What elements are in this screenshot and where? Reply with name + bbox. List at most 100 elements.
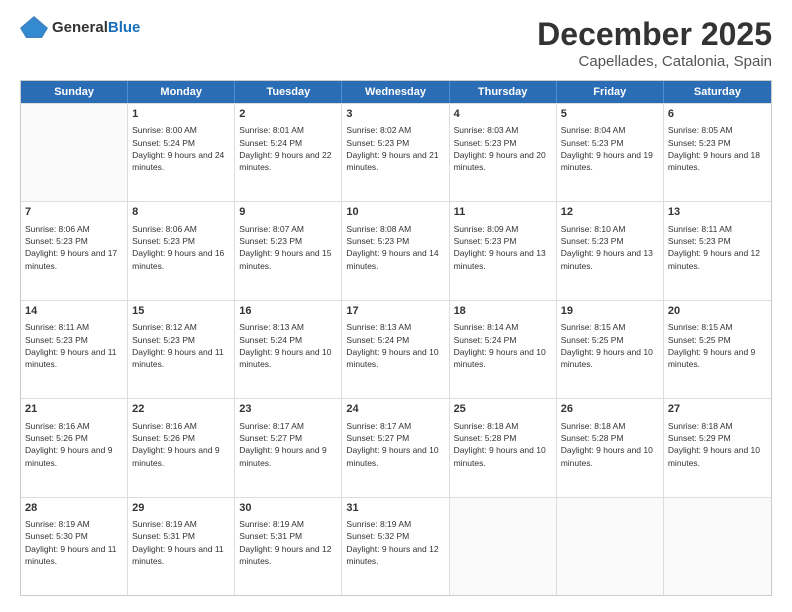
logo-general: General bbox=[52, 19, 108, 36]
day-number: 11 bbox=[454, 205, 552, 220]
day-number: 2 bbox=[239, 107, 337, 122]
day-number: 27 bbox=[668, 402, 767, 417]
cell-info: Sunrise: 8:01 AMSunset: 5:24 PMDaylight:… bbox=[239, 124, 337, 173]
cell-info: Sunrise: 8:14 AMSunset: 5:24 PMDaylight:… bbox=[454, 321, 552, 370]
calendar-cell: 31 Sunrise: 8:19 AMSunset: 5:32 PMDayligh… bbox=[342, 498, 449, 595]
day-number: 5 bbox=[561, 107, 659, 122]
cell-info: Sunrise: 8:00 AMSunset: 5:24 PMDaylight:… bbox=[132, 124, 230, 173]
cell-info: Sunrise: 8:06 AMSunset: 5:23 PMDaylight:… bbox=[132, 223, 230, 272]
calendar-cell: 13Sunrise: 8:11 AMSunset: 5:23 PMDayligh… bbox=[664, 202, 771, 299]
calendar-cell: 22Sunrise: 8:16 AMSunset: 5:26 PMDayligh… bbox=[128, 399, 235, 496]
cell-info: Sunrise: 8:18 AMSunset: 5:28 PMDaylight:… bbox=[454, 420, 552, 469]
day-number: 23 bbox=[239, 402, 337, 417]
day-number: 26 bbox=[561, 402, 659, 417]
calendar-cell: 6Sunrise: 8:05 AMSunset: 5:23 PMDaylight… bbox=[664, 104, 771, 201]
logo: General Blue bbox=[20, 16, 140, 38]
calendar-cell: 1 Sunrise: 8:00 AMSunset: 5:24 PMDaylight… bbox=[128, 104, 235, 201]
calendar-row-4: 28Sunrise: 8:19 AMSunset: 5:30 PMDayligh… bbox=[21, 497, 771, 595]
cell-info: Sunrise: 8:04 AMSunset: 5:23 PMDaylight:… bbox=[561, 124, 659, 173]
day-number: 22 bbox=[132, 402, 230, 417]
calendar-row-3: 21 Sunrise: 8:16 AMSunset: 5:26 PMDayligh… bbox=[21, 398, 771, 496]
cell-info: Sunrise: 8:10 AMSunset: 5:23 PMDaylight:… bbox=[561, 223, 659, 272]
cell-info: Sunrise: 8:15 AMSunset: 5:25 PMDaylight:… bbox=[668, 321, 767, 370]
title-block: December 2025 Capellades, Catalonia, Spa… bbox=[537, 16, 772, 70]
day-number: 13 bbox=[668, 205, 767, 220]
header-day-saturday: Saturday bbox=[664, 81, 771, 103]
calendar-cell: 24 Sunrise: 8:17 AMSunset: 5:27 PMDayligh… bbox=[342, 399, 449, 496]
day-number: 17 bbox=[346, 304, 444, 319]
day-number: 9 bbox=[239, 205, 337, 220]
logo-text: General Blue bbox=[52, 19, 140, 36]
cell-info: Sunrise: 8:18 AMSunset: 5:28 PMDaylight:… bbox=[561, 420, 659, 469]
day-number: 30 bbox=[239, 501, 337, 516]
calendar-cell bbox=[664, 498, 771, 595]
logo-icon bbox=[20, 16, 48, 38]
header-day-sunday: Sunday bbox=[21, 81, 128, 103]
logo-blue: Blue bbox=[108, 19, 141, 36]
cell-info: Sunrise: 8:17 AMSunset: 5:27 PMDaylight:… bbox=[346, 420, 444, 469]
location-title: Capellades, Catalonia, Spain bbox=[537, 53, 772, 70]
day-number: 10 bbox=[346, 205, 444, 220]
calendar-cell: 19 Sunrise: 8:15 AMSunset: 5:25 PMDayligh… bbox=[557, 301, 664, 398]
calendar-cell bbox=[450, 498, 557, 595]
calendar-cell: 15 Sunrise: 8:12 AMSunset: 5:23 PMDayligh… bbox=[128, 301, 235, 398]
day-number: 14 bbox=[25, 304, 123, 319]
header-day-tuesday: Tuesday bbox=[235, 81, 342, 103]
day-number: 4 bbox=[454, 107, 552, 122]
calendar-cell: 8 Sunrise: 8:06 AMSunset: 5:23 PMDaylight… bbox=[128, 202, 235, 299]
day-number: 20 bbox=[668, 304, 767, 319]
cell-info: Sunrise: 8:05 AMSunset: 5:23 PMDaylight:… bbox=[668, 124, 767, 173]
calendar-row-0: 1 Sunrise: 8:00 AMSunset: 5:24 PMDaylight… bbox=[21, 103, 771, 201]
cell-info: Sunrise: 8:13 AMSunset: 5:24 PMDaylight:… bbox=[239, 321, 337, 370]
day-number: 31 bbox=[346, 501, 444, 516]
header-day-monday: Monday bbox=[128, 81, 235, 103]
calendar-cell: 27 Sunrise: 8:18 AMSunset: 5:29 PMDayligh… bbox=[664, 399, 771, 496]
cell-info: Sunrise: 8:16 AMSunset: 5:26 PMDaylight:… bbox=[25, 420, 123, 469]
cell-info: Sunrise: 8:12 AMSunset: 5:23 PMDaylight:… bbox=[132, 321, 230, 370]
day-number: 15 bbox=[132, 304, 230, 319]
calendar-cell: 16 Sunrise: 8:13 AMSunset: 5:24 PMDayligh… bbox=[235, 301, 342, 398]
calendar-cell: 5 Sunrise: 8:04 AMSunset: 5:23 PMDaylight… bbox=[557, 104, 664, 201]
calendar-cell bbox=[21, 104, 128, 201]
calendar-cell: 23 Sunrise: 8:17 AMSunset: 5:27 PMDayligh… bbox=[235, 399, 342, 496]
day-number: 19 bbox=[561, 304, 659, 319]
day-number: 16 bbox=[239, 304, 337, 319]
calendar-cell: 10Sunrise: 8:08 AMSunset: 5:23 PMDayligh… bbox=[342, 202, 449, 299]
day-number: 1 bbox=[132, 107, 230, 122]
calendar-cell: 12 Sunrise: 8:10 AMSunset: 5:23 PMDayligh… bbox=[557, 202, 664, 299]
calendar-cell: 4 Sunrise: 8:03 AMSunset: 5:23 PMDaylight… bbox=[450, 104, 557, 201]
day-number: 12 bbox=[561, 205, 659, 220]
month-title: December 2025 bbox=[537, 16, 772, 53]
cell-info: Sunrise: 8:09 AMSunset: 5:23 PMDaylight:… bbox=[454, 223, 552, 272]
calendar-cell: 20 Sunrise: 8:15 AMSunset: 5:25 PMDayligh… bbox=[664, 301, 771, 398]
cell-info: Sunrise: 8:03 AMSunset: 5:23 PMDaylight:… bbox=[454, 124, 552, 173]
day-number: 8 bbox=[132, 205, 230, 220]
page: General Blue December 2025 Capellades, C… bbox=[0, 0, 792, 612]
day-number: 7 bbox=[25, 205, 123, 220]
cell-info: Sunrise: 8:18 AMSunset: 5:29 PMDaylight:… bbox=[668, 420, 767, 469]
calendar-cell: 26 Sunrise: 8:18 AMSunset: 5:28 PMDayligh… bbox=[557, 399, 664, 496]
cell-info: Sunrise: 8:17 AMSunset: 5:27 PMDaylight:… bbox=[239, 420, 337, 469]
calendar-cell: 3Sunrise: 8:02 AMSunset: 5:23 PMDaylight… bbox=[342, 104, 449, 201]
header-day-thursday: Thursday bbox=[450, 81, 557, 103]
cell-info: Sunrise: 8:06 AMSunset: 5:23 PMDaylight:… bbox=[25, 223, 123, 272]
calendar-cell: 18 Sunrise: 8:14 AMSunset: 5:24 PMDayligh… bbox=[450, 301, 557, 398]
calendar-row-2: 14 Sunrise: 8:11 AMSunset: 5:23 PMDayligh… bbox=[21, 300, 771, 398]
day-number: 24 bbox=[346, 402, 444, 417]
cell-info: Sunrise: 8:19 AMSunset: 5:32 PMDaylight:… bbox=[346, 518, 444, 567]
calendar-body: 1 Sunrise: 8:00 AMSunset: 5:24 PMDaylight… bbox=[21, 103, 771, 595]
calendar-cell: 25Sunrise: 8:18 AMSunset: 5:28 PMDayligh… bbox=[450, 399, 557, 496]
calendar-cell: 14 Sunrise: 8:11 AMSunset: 5:23 PMDayligh… bbox=[21, 301, 128, 398]
cell-info: Sunrise: 8:11 AMSunset: 5:23 PMDaylight:… bbox=[25, 321, 123, 370]
calendar-cell: 29Sunrise: 8:19 AMSunset: 5:31 PMDayligh… bbox=[128, 498, 235, 595]
day-number: 3 bbox=[346, 107, 444, 122]
day-number: 21 bbox=[25, 402, 123, 417]
calendar-header: SundayMondayTuesdayWednesdayThursdayFrid… bbox=[21, 81, 771, 103]
calendar-cell: 21 Sunrise: 8:16 AMSunset: 5:26 PMDayligh… bbox=[21, 399, 128, 496]
header-day-wednesday: Wednesday bbox=[342, 81, 449, 103]
day-number: 18 bbox=[454, 304, 552, 319]
cell-info: Sunrise: 8:15 AMSunset: 5:25 PMDaylight:… bbox=[561, 321, 659, 370]
cell-info: Sunrise: 8:19 AMSunset: 5:31 PMDaylight:… bbox=[132, 518, 230, 567]
cell-info: Sunrise: 8:19 AMSunset: 5:31 PMDaylight:… bbox=[239, 518, 337, 567]
calendar-cell: 28Sunrise: 8:19 AMSunset: 5:30 PMDayligh… bbox=[21, 498, 128, 595]
